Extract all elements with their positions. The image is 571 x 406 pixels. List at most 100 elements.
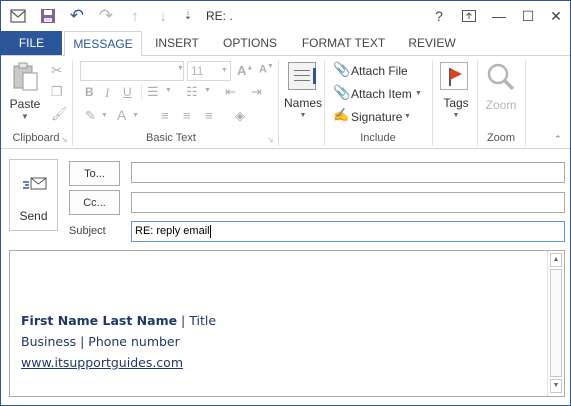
ribbon-display-options-button[interactable] [456,5,482,27]
minimize-button[interactable]: — [486,5,512,27]
chevron-down-icon: ▼ [21,112,29,121]
zoom-button[interactable]: Zoom [481,60,521,128]
chevron-down-icon: ▼ [404,113,411,120]
group-separator [324,60,325,146]
subject-label: Subject [69,225,106,237]
copy-icon[interactable]: ❐ [51,84,63,100]
window-title: RE: . [206,9,233,23]
names-label: Names [283,96,322,110]
numbering-icon[interactable]: ☷ [186,84,198,100]
tab-format-text[interactable]: FORMAT TEXT [291,31,396,55]
chevron-down-icon: ▼ [177,65,184,72]
grow-font-icon[interactable]: A▲ [237,63,253,78]
send-mail-icon [23,177,47,190]
scroll-down-arrow-icon[interactable]: ▼ [550,379,562,393]
names-button[interactable]: Names ▼ [283,60,323,128]
cc-field[interactable] [131,192,565,213]
vertical-scrollbar[interactable]: ▲ ▼ [547,251,564,396]
signature-separator: | [177,313,190,328]
message-body[interactable]: First Name Last Name | Title Business | … [9,250,565,397]
font-size-combo[interactable]: 11 ▼ [187,61,231,81]
send-label: Send [19,209,48,223]
to-field[interactable] [131,162,565,183]
cc-button[interactable]: Cc... [69,190,120,215]
undo-icon[interactable]: ↶ [68,6,86,25]
help-button[interactable]: ? [426,5,452,27]
group-label-clipboard: Clipboard [12,132,60,144]
attach-item-label: Attach Item [351,87,412,101]
close-button[interactable]: ✕ [543,5,569,27]
dialog-launcher-icon[interactable]: ↘ [61,135,68,144]
send-button[interactable]: Send [9,159,58,231]
chevron-down-icon: ▼ [165,87,172,94]
group-separator [72,60,73,146]
redo-icon[interactable]: ↷ [97,6,115,25]
clear-formatting-icon[interactable]: ◈ [235,108,245,124]
signature-name-line: First Name Last Name | Title [21,313,216,328]
dialog-launcher-icon[interactable]: ↘ [267,135,274,144]
increase-indent-icon[interactable]: ⇥ [251,84,262,100]
zoom-button-label: Zoom [485,98,517,112]
bullets-icon[interactable]: ☰ [147,84,159,100]
align-center-icon[interactable]: ≡ [183,108,191,123]
outlook-app-icon[interactable] [9,7,27,25]
up-arrow-icon[interactable]: ↑ [126,7,144,25]
scroll-up-arrow-icon[interactable]: ▲ [550,253,562,267]
customize-toolbar-icon[interactable]: ⇣ [179,7,197,25]
down-arrow-icon[interactable]: ↓ [154,7,172,25]
tab-message[interactable]: MESSAGE [64,31,142,56]
chevron-down-icon: ▼ [101,112,108,119]
tab-insert[interactable]: INSERT [146,31,208,55]
align-right-icon[interactable]: ≡ [205,108,213,123]
group-label-basic-text: Basic Text [146,132,196,144]
cut-icon[interactable]: ✂ [51,62,63,79]
bold-icon[interactable]: B [85,85,94,99]
text-cursor [210,225,211,238]
group-label-zoom: Zoom [486,132,516,144]
tab-file[interactable]: FILE [1,31,62,55]
paperclip-icon: 📎 [333,61,351,77]
align-left-icon[interactable]: ≡ [161,108,169,123]
format-painter-icon[interactable]: 🖌 [51,106,68,122]
subject-value: RE: reply email [135,225,210,237]
italic-icon[interactable]: I [105,85,109,101]
collapse-ribbon-icon[interactable]: ⌃ [554,134,562,145]
attach-item-button[interactable]: 📎 Attach Item ▼ [331,84,431,104]
tags-label: Tags [443,96,469,110]
tab-review[interactable]: REVIEW [399,31,465,55]
signature-website-link[interactable]: www.itsupportguides.com [21,355,183,370]
decrease-indent-icon[interactable]: ⇤ [225,84,236,100]
signature-icon: ✍ [333,107,350,122]
maximize-button[interactable]: ☐ [515,5,541,27]
group-label-include: Include [360,132,396,144]
font-size-value: 11 [191,64,204,78]
flag-icon [440,62,468,90]
scrollbar-thumb[interactable] [550,269,562,377]
group-separator [525,60,526,146]
attach-file-label: Attach File [351,64,408,78]
paperclip-icon: 📎 [333,84,351,100]
highlight-icon[interactable]: ✎ [85,108,96,124]
font-name-combo[interactable] [80,61,184,81]
chevron-down-icon: ▼ [415,90,422,97]
signature-button[interactable]: ✍ Signature ▼ [331,107,431,127]
group-separator [278,60,279,146]
subject-field[interactable]: RE: reply email [131,221,565,242]
paste-button[interactable]: Paste ▼ [7,62,43,121]
attach-file-button[interactable]: 📎 Attach File [331,61,431,81]
shrink-font-icon[interactable]: A▼ [259,63,274,76]
signature-title: Title [189,313,217,328]
font-color-icon[interactable]: A [117,107,126,123]
title-bar: ↶ ↷ ↑ ↓ ⇣ RE: . ? — ☐ ✕ [1,1,570,31]
chevron-down-icon: ▼ [204,87,211,94]
chevron-down-icon: ▼ [132,112,139,119]
chevron-down-icon: ▼ [452,112,460,119]
signature-business-line: Business | Phone number [21,334,180,349]
to-button[interactable]: To... [69,161,120,186]
tab-options[interactable]: OPTIONS [214,31,286,55]
tags-button[interactable]: Tags ▼ [437,60,475,128]
underline-icon[interactable]: U [123,85,132,99]
separator [141,84,142,100]
save-icon[interactable] [39,7,57,25]
signature-label: Signature [351,110,403,124]
